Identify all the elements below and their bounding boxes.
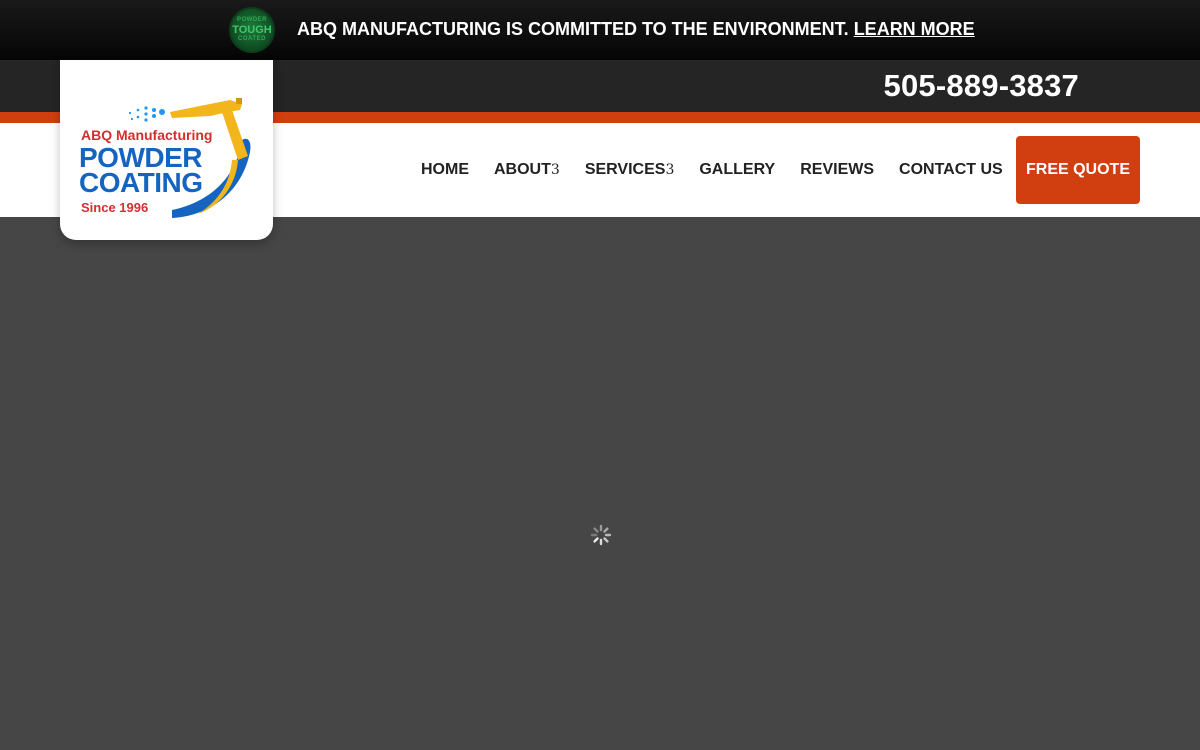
nav-item-label: SERVICES xyxy=(584,161,666,178)
nav-item-label: CONTACT US xyxy=(899,161,1003,178)
nav-item-label: HOME xyxy=(421,161,469,178)
loading-spinner-icon xyxy=(590,524,612,546)
nav-item-services[interactable]: SERVICES 3 xyxy=(585,161,675,179)
hero-slider xyxy=(0,217,1200,750)
nav-item-home[interactable]: HOME xyxy=(421,161,469,179)
nav-item-gallery[interactable]: GALLERY xyxy=(699,161,775,179)
learn-more-link[interactable]: LEARN MORE xyxy=(854,19,975,39)
badge-bottom-text: COATED xyxy=(238,36,266,42)
site-logo[interactable]: ABQ Manufacturing POWDER COATING Since 1… xyxy=(60,60,273,240)
logo-line3: COATING xyxy=(79,167,203,198)
announcement-text: ABQ MANUFACTURING IS COMMITTED TO THE EN… xyxy=(297,19,849,39)
nav-item-label: GALLERY xyxy=(699,161,776,178)
dropdown-caret-icon: 3 xyxy=(665,162,675,178)
dropdown-caret-icon: 3 xyxy=(550,162,560,178)
logo-line1: ABQ Manufacturing xyxy=(81,127,212,143)
announcement-bar: POWDER TOUGH COATED ABQ MANUFACTURING IS… xyxy=(0,0,1200,60)
main-nav: HOME ABOUT 3 SERVICES 3 GALLERY REVIEWS … xyxy=(421,161,1028,179)
nav-item-reviews[interactable]: REVIEWS xyxy=(800,161,874,179)
logo-line4: Since 1996 xyxy=(81,200,148,215)
nav-item-contact-us[interactable]: CONTACT US xyxy=(899,161,1003,179)
badge-main-text: TOUGH xyxy=(232,24,272,36)
badge-top-text: POWDER xyxy=(237,17,267,23)
nav-item-label: ABOUT xyxy=(494,161,551,178)
logo-graphic: ABQ Manufacturing POWDER COATING Since 1… xyxy=(79,98,251,218)
phone-number-link[interactable]: 505-889-3837 xyxy=(884,68,1079,104)
nav-item-about[interactable]: ABOUT 3 xyxy=(494,161,560,179)
nav-item-label: REVIEWS xyxy=(800,161,875,178)
free-quote-button[interactable]: FREE QUOTE xyxy=(1016,136,1140,204)
announcement-text-wrap: ABQ MANUFACTURING IS COMMITTED TO THE EN… xyxy=(297,19,975,40)
tough-coated-badge-icon: POWDER TOUGH COATED xyxy=(229,7,275,53)
